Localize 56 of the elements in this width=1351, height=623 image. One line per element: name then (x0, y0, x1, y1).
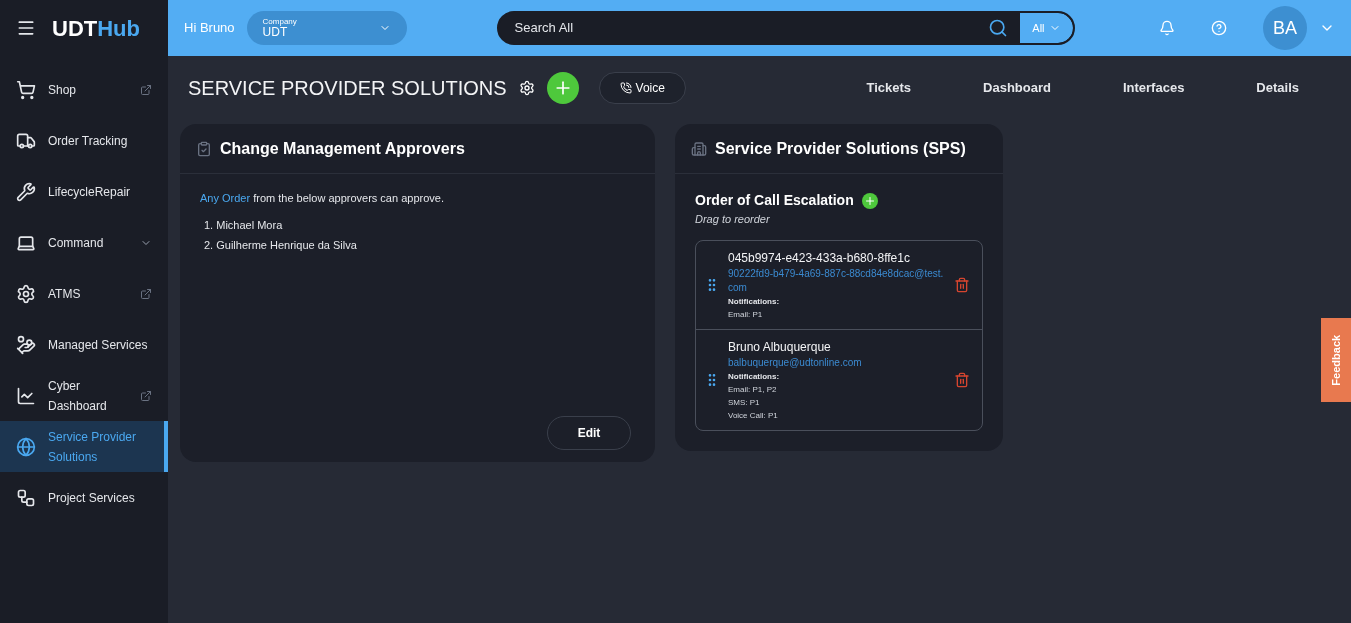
menu-icon[interactable] (16, 18, 36, 38)
sidebar-item[interactable]: ATMS (0, 268, 168, 319)
voice-button[interactable]: Voice (598, 72, 686, 104)
notification-setting: Email: P1 (728, 308, 764, 321)
nav-link[interactable]: Dashboard (983, 78, 1051, 98)
nav-link[interactable]: Tickets (866, 78, 912, 98)
sidebar-item[interactable]: LifecycleRepair (0, 166, 168, 217)
greeting: Hi Bruno (184, 19, 235, 38)
nav-link[interactable]: Interfaces (1122, 78, 1185, 98)
approver-name: 2. Guilherme Henrique da Silva (204, 237, 358, 253)
notifications-label: Notifications: (728, 295, 781, 308)
sidebar-item[interactable]: Cyber Dashboard (0, 370, 168, 421)
any-order-link[interactable]: Any Order (200, 192, 251, 204)
external-link-icon (140, 83, 152, 96)
hint-text: Drag to reorder (695, 212, 771, 227)
workflow-icon (16, 487, 36, 508)
add-button[interactable] (861, 192, 878, 209)
approval-rule-text: Any Order from the below approvers can approve. (200, 191, 445, 206)
section-title: Order of Call Escalation (695, 191, 854, 210)
external-link-icon (140, 287, 152, 300)
hand-coins-icon (16, 334, 36, 355)
notification-setting: Email: P1, P2 (728, 383, 778, 396)
card-title: Service Provider Solutions (SPS) (715, 138, 966, 159)
add-button[interactable] (546, 72, 579, 104)
cart-icon (16, 79, 36, 100)
sidebar-item[interactable]: Project Services (0, 472, 168, 523)
logo: UDTHub (52, 14, 140, 43)
plus-icon (863, 194, 876, 207)
notification-setting: Voice Call: P1 (728, 409, 779, 422)
contact-name: 045b9974-e423-433a-b680-8ffe1c (728, 249, 911, 267)
sidebar-item[interactable]: Managed Services (0, 319, 168, 370)
approver-name: 1. Michael Mora (204, 217, 284, 233)
notifications-label: Notifications: (728, 370, 781, 383)
phone-icon (619, 82, 632, 94)
chart-icon (16, 385, 36, 406)
trash-icon[interactable] (954, 276, 970, 293)
clipboard-icon (196, 140, 212, 157)
sidebar-item[interactable]: Command (0, 217, 168, 268)
search-icon[interactable] (988, 18, 1009, 38)
contact-name: Bruno Albuquerque (728, 338, 832, 356)
external-link-icon (140, 389, 152, 402)
gear-icon[interactable] (518, 80, 535, 96)
globe-icon (16, 436, 36, 457)
sidebar-item[interactable]: Shop (0, 64, 168, 115)
page-title: SERVICE PROVIDER SOLUTIONS (188, 76, 507, 101)
sidebar-item[interactable]: Order Tracking (0, 115, 168, 166)
building-icon (691, 140, 707, 157)
sidebar-item[interactable]: Service Provider Solutions (0, 421, 168, 472)
notification-setting: SMS: P1 (728, 396, 761, 409)
nav-link[interactable]: Details (1256, 78, 1299, 98)
contact-email[interactable]: 90222fd9-b479-4a69-887c-88cd84e8dcac@test.com (728, 266, 946, 295)
wrench-icon (16, 181, 36, 202)
card-title: Change Management Approvers (220, 138, 465, 159)
gear-icon (16, 283, 36, 304)
contact-email[interactable]: balbuquerque@udtonline.com (728, 355, 946, 370)
trash-icon[interactable] (954, 371, 970, 388)
